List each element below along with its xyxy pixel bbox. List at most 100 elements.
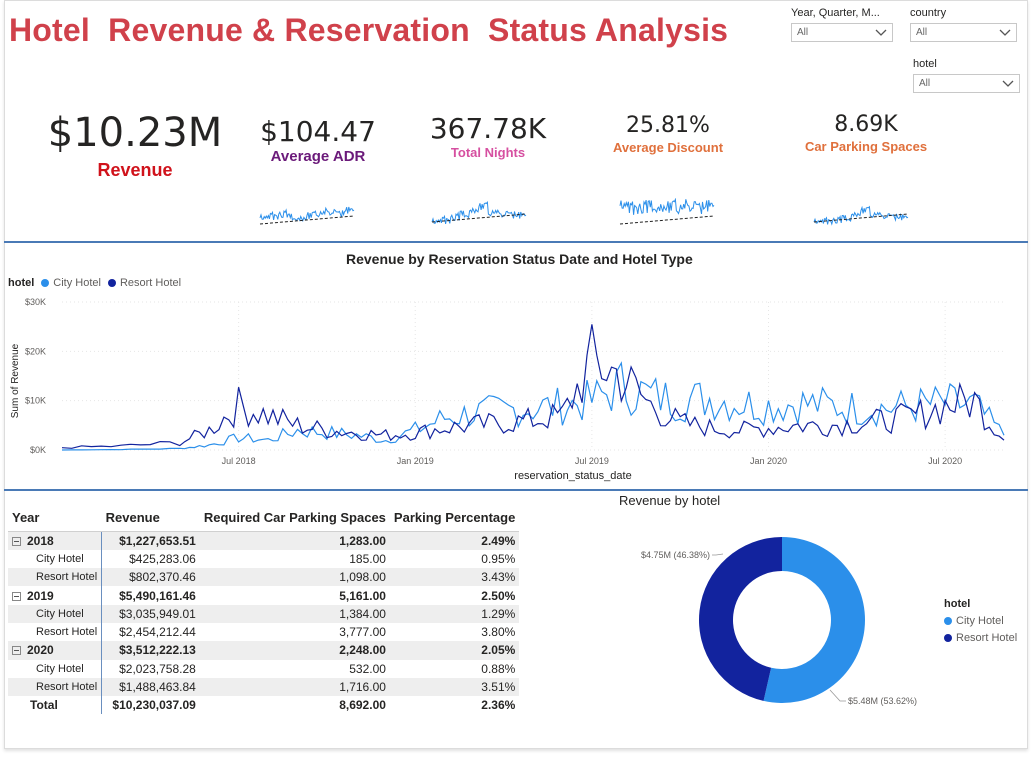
- matrix-cell-revenue: $3,512,222.13: [101, 641, 200, 660]
- line-chart[interactable]: $30K $20K $10K $0K Jul 2018 Jan 2019 Jul 2019 J…: [4, 292, 1026, 484]
- x-tick-label: Jan 2019: [397, 456, 434, 466]
- kpi-nights-caption: Total Nights: [450, 145, 526, 160]
- matrix-cell-parking: 1,384.00: [199, 604, 390, 623]
- donut-legend-city[interactable]: City Hotel: [944, 615, 1017, 627]
- matrix-cell-pct: 2.05%: [389, 641, 520, 660]
- matrix-row-label[interactable]: 2018: [8, 531, 103, 550]
- kpi-parking: 8.69K Car Parking Spaces: [786, 112, 946, 154]
- sparkline-parking: [813, 205, 909, 226]
- col-header-parking[interactable]: Required Car Parking Spaces: [199, 507, 390, 532]
- kpi-adr: $104.47 Average ADR: [238, 115, 398, 165]
- matrix-row-label-text: City Hotel: [36, 607, 84, 620]
- col-header-parking-pct[interactable]: Parking Percentage: [389, 507, 520, 532]
- slicer-country[interactable]: country All: [910, 7, 1017, 42]
- slicer-date[interactable]: Year, Quarter, M... All: [791, 7, 893, 42]
- kpi-revenue-caption: Revenue: [97, 160, 173, 180]
- section-divider: [4, 489, 1028, 491]
- matrix-cell-pct: 0.95%: [481, 551, 516, 566]
- slicer-date-label: Year, Quarter, M...: [791, 7, 880, 19]
- sparkline-path: [259, 206, 355, 223]
- legend-resort-hotel[interactable]: Resort Hotel: [120, 277, 181, 289]
- donut-legend: hotel City Hotel Resort Hotel: [944, 598, 1017, 644]
- matrix-cell-revenue: $10,230,037.09: [112, 698, 196, 713]
- slicer-date-dropdown[interactable]: All: [791, 23, 893, 42]
- matrix-hotel-row: City Hotel $425,283.06 185.00 0.95%: [8, 549, 519, 569]
- matrix-hotel-row: City Hotel $2,023,758.28 532.00 0.88%: [8, 659, 519, 678]
- slicer-hotel[interactable]: hotel All: [913, 58, 1020, 93]
- legend-dot-resort: [944, 634, 952, 642]
- matrix-row-label-text: 2018: [27, 533, 54, 548]
- sparkline-nights: [431, 200, 527, 224]
- kpi-adr-value: $104.47: [260, 115, 376, 148]
- matrix-year-row: 2020 $3,512,222.13 2,248.00 2.05%: [8, 641, 520, 660]
- legend-dot-resort: [107, 279, 116, 287]
- matrix-row-label[interactable]: 2020: [8, 641, 103, 660]
- col-header-revenue[interactable]: Revenue: [101, 507, 200, 532]
- legend-city-hotel[interactable]: City Hotel: [53, 277, 101, 289]
- matrix-year-row: 2019 $5,490,161.46 5,161.00 2.50%: [8, 586, 519, 605]
- donut-legend-resort[interactable]: Resort Hotel: [944, 632, 1017, 644]
- series-line-resort-hotel[interactable]: [61, 324, 1005, 449]
- slicer-country-value: All: [916, 27, 928, 38]
- donut-chart[interactable]: $5.48M (53.62%) $4.75M (46.38%): [620, 520, 940, 720]
- donut-legend-city-label: City Hotel: [956, 615, 1004, 627]
- matrix-hotel-row: Resort Hotel $1,488,463.84 1,716.00 3.51%: [8, 677, 520, 697]
- collapse-icon[interactable]: [12, 591, 21, 601]
- x-tick-label: Jul 2018: [222, 456, 256, 466]
- matrix-cell-pct: 2.49%: [389, 531, 520, 550]
- chevron-down-icon: [875, 29, 887, 36]
- matrix-cell-parking: 8,692.00: [339, 698, 386, 713]
- collapse-icon[interactable]: [12, 536, 21, 546]
- matrix-cell-parking: 2,248.00: [199, 641, 390, 660]
- kpi-nights-value: 367.78K: [429, 112, 547, 145]
- matrix-row-label[interactable]: 2019: [8, 586, 103, 605]
- sparkline-path: [619, 198, 715, 215]
- slicer-hotel-value: All: [919, 78, 931, 89]
- matrix-cell-pct: 2.36%: [481, 698, 516, 713]
- matrix-row-label: Total: [8, 696, 103, 715]
- collapse-icon[interactable]: [12, 646, 21, 656]
- matrix-cell-parking: 1,098.00: [199, 568, 390, 587]
- matrix-cell-revenue: $3,035,949.01: [101, 604, 200, 623]
- slicer-country-dropdown[interactable]: All: [910, 23, 1017, 42]
- line-chart-title: Revenue by Reservation Status Date and H…: [346, 251, 693, 267]
- matrix-cell-parking: 1,283.00: [199, 531, 390, 550]
- section-divider: [4, 241, 1028, 243]
- matrix-row-label: City Hotel: [8, 659, 103, 678]
- sparkline-adr: [259, 206, 355, 225]
- matrix-cell-pct: 0.88%: [481, 661, 516, 676]
- slicer-country-label: country: [910, 7, 947, 19]
- matrix-cell-revenue: $2,023,758.28: [119, 661, 196, 676]
- matrix-cell-parking: 532.00: [349, 661, 386, 676]
- leader-line: [829, 689, 846, 702]
- chevron-down-icon: [999, 29, 1011, 36]
- y-tick-label: $30K: [25, 297, 46, 307]
- matrix-row-label-text: Resort Hotel: [36, 571, 98, 584]
- matrix-cell-revenue: $1,488,463.84: [101, 677, 200, 697]
- x-tick-label: Jan 2020: [750, 456, 787, 466]
- slicer-hotel-dropdown[interactable]: All: [913, 74, 1020, 93]
- donut-label-city: $5.48M (53.62%): [848, 696, 917, 706]
- legend-dot-city: [944, 617, 952, 625]
- matrix-cell-revenue: $1,227,653.51: [101, 531, 200, 550]
- matrix-row-label-text: Resort Hotel: [36, 681, 98, 694]
- kpi-adr-caption: Average ADR: [270, 148, 366, 165]
- matrix-year-row: 2018 $1,227,653.51 1,283.00 2.49%: [8, 531, 520, 550]
- donut-legend-title: hotel: [944, 598, 971, 610]
- matrix-cell-pct: 2.50%: [481, 588, 516, 603]
- y-axis-label: Sum of Revenue: [10, 343, 21, 418]
- sparkline-discount: [619, 198, 715, 225]
- x-axis-label: reservation_status_date: [514, 470, 631, 482]
- slicer-hotel-label: hotel: [913, 58, 937, 70]
- matrix-total-row: Total $10,230,037.09 8,692.00 2.36%: [8, 696, 519, 715]
- kpi-discount-value: 25.81%: [626, 113, 710, 138]
- matrix-cell-pct: 3.51%: [389, 677, 520, 697]
- kpi-discount-caption: Average Discount: [612, 140, 724, 155]
- kpi-revenue: $10.23M Revenue: [40, 110, 230, 181]
- col-header-year[interactable]: Year: [8, 507, 102, 532]
- report-title: Hotel Revenue & Reservation Status Analy…: [9, 12, 729, 48]
- kpi-nights: 367.78K Total Nights: [408, 112, 568, 160]
- chevron-down-icon: [1002, 80, 1014, 87]
- donut-label-resort: $4.75M (46.38%): [641, 550, 710, 560]
- matrix-hotel-row: Resort Hotel $802,370.46 1,098.00 3.43%: [8, 568, 520, 587]
